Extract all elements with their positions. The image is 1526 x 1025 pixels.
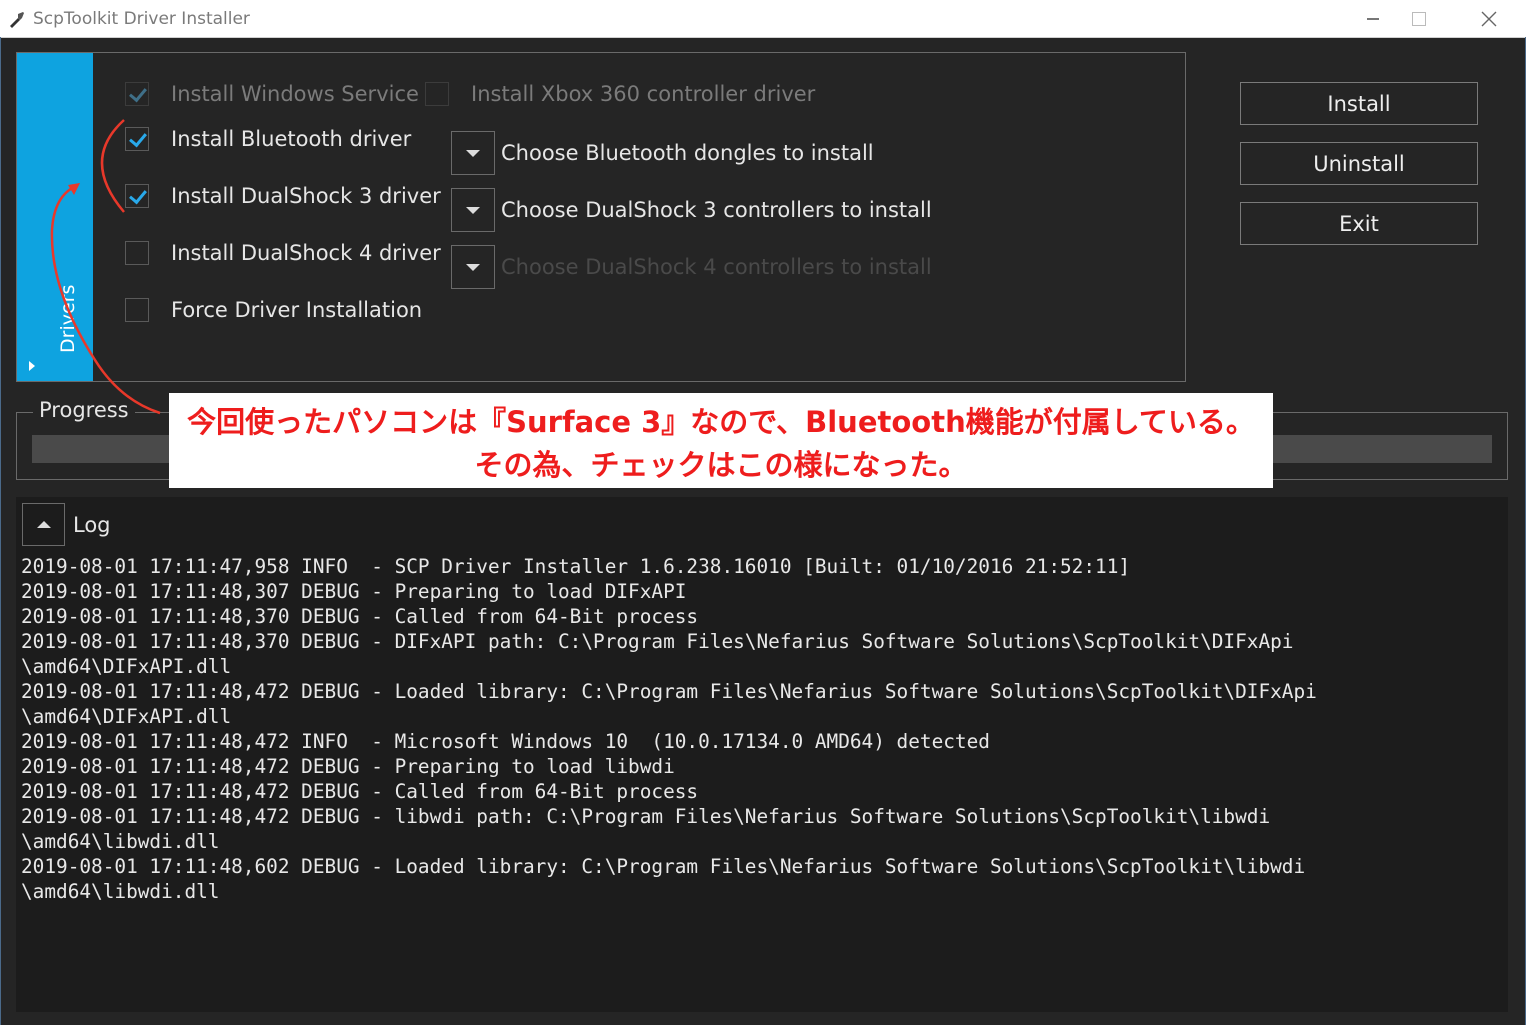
chevron-down-icon	[466, 263, 480, 271]
window-title: ScpToolkit Driver Installer	[33, 9, 250, 29]
log-line: \amd64\libwdi.dll	[21, 880, 220, 903]
dropdown-label: Choose Bluetooth dongles to install	[501, 141, 874, 165]
expand-arrow-icon	[29, 361, 35, 371]
log-title: Log	[73, 513, 111, 537]
exit-button[interactable]: Exit	[1240, 202, 1478, 245]
log-line: 2019-08-01 17:11:48,602 DEBUG - Loaded l…	[21, 855, 1306, 878]
checkbox-box[interactable]	[425, 82, 449, 106]
checkbox-label: Install DualShock 4 driver	[171, 241, 441, 265]
close-button[interactable]	[1466, 0, 1512, 37]
annotation-callout: 今回使ったパソコンは『Surface 3』なので、Bluetooth機能が付属し…	[169, 393, 1273, 488]
close-icon	[1481, 11, 1497, 26]
checkbox-install-windows-service[interactable]: Install Windows Service	[125, 82, 419, 106]
checkbox-label: Install DualShock 3 driver	[171, 184, 441, 208]
choose-ds3-controllers[interactable]: Choose DualShock 3 controllers to instal…	[451, 188, 932, 232]
log-collapse-button[interactable]	[22, 503, 65, 546]
log-line: 2019-08-01 17:11:47,958 INFO - SCP Drive…	[21, 555, 1131, 578]
log-line: \amd64\DIFxAPI.dll	[21, 705, 232, 728]
log-line: 2019-08-01 17:11:48,370 DEBUG - DIFxAPI …	[21, 630, 1294, 653]
dropdown-label: Choose DualShock 3 controllers to instal…	[501, 198, 932, 222]
log-line: 2019-08-01 17:11:48,472 DEBUG - Called f…	[21, 780, 699, 803]
chevron-down-icon	[466, 206, 480, 214]
log-line: 2019-08-01 17:11:48,472 INFO - Microsoft…	[21, 730, 990, 753]
progress-label: Progress	[33, 398, 135, 422]
chevron-down-icon	[466, 149, 480, 157]
log-line: 2019-08-01 17:11:48,472 DEBUG - Preparin…	[21, 755, 675, 778]
app-icon	[10, 12, 24, 28]
dropdown-button[interactable]	[451, 131, 495, 175]
checkbox-label: Install Bluetooth driver	[171, 127, 412, 151]
checkbox-box[interactable]	[125, 82, 149, 106]
checkbox-box[interactable]	[125, 184, 149, 208]
drivers-tab[interactable]: Drivers	[17, 53, 93, 381]
chevron-up-icon	[36, 521, 51, 528]
checkbox-box[interactable]	[125, 241, 149, 265]
dropdown-button[interactable]	[451, 245, 495, 289]
checkbox-box[interactable]	[125, 127, 149, 151]
checkbox-install-ds3-driver[interactable]: Install DualShock 3 driver	[125, 184, 441, 208]
maximize-button[interactable]	[1396, 0, 1442, 37]
log-line: 2019-08-01 17:11:48,307 DEBUG - Preparin…	[21, 580, 687, 603]
title-bar: ScpToolkit Driver Installer	[0, 0, 1526, 38]
uninstall-button[interactable]: Uninstall	[1240, 142, 1478, 185]
checkbox-force-driver-installation[interactable]: Force Driver Installation	[125, 298, 422, 322]
dropdown-button[interactable]	[451, 188, 495, 232]
log-panel: Log 2019-08-01 17:11:47,958 INFO - SCP D…	[16, 497, 1508, 1012]
log-line: 2019-08-01 17:11:48,370 DEBUG - Called f…	[21, 605, 699, 628]
log-line: \amd64\DIFxAPI.dll	[21, 655, 232, 678]
log-output: 2019-08-01 17:11:47,958 INFO - SCP Drive…	[21, 554, 1501, 904]
log-line: \amd64\libwdi.dll	[21, 830, 220, 853]
log-line: 2019-08-01 17:11:48,472 DEBUG - Loaded l…	[21, 680, 1317, 703]
checkbox-install-bluetooth-driver[interactable]: Install Bluetooth driver	[125, 127, 411, 151]
log-line: 2019-08-01 17:11:48,472 DEBUG - libwdi p…	[21, 805, 1271, 828]
choose-ds4-controllers[interactable]: Choose DualShock 4 controllers to instal…	[451, 245, 932, 289]
dropdown-label: Choose DualShock 4 controllers to instal…	[501, 255, 932, 279]
minimize-button[interactable]	[1350, 0, 1396, 37]
checkbox-install-xbox360-driver[interactable]: Install Xbox 360 controller driver	[425, 82, 815, 106]
checkbox-install-ds4-driver[interactable]: Install DualShock 4 driver	[125, 241, 441, 265]
checkbox-box[interactable]	[125, 298, 149, 322]
install-button[interactable]: Install	[1240, 82, 1478, 125]
drivers-tab-label: Drivers	[57, 284, 79, 353]
annotation-text-line2: その為、チェックはこの様になった。	[474, 448, 968, 482]
checkbox-label: Install Windows Service	[171, 82, 419, 106]
checkbox-label: Install Xbox 360 controller driver	[471, 82, 816, 106]
annotation-text-line1: 今回使ったパソコンは『Surface 3』なので、Bluetooth機能が付属し…	[187, 405, 1255, 439]
minimize-icon	[1367, 17, 1379, 20]
choose-bluetooth-dongles[interactable]: Choose Bluetooth dongles to install	[451, 131, 874, 175]
maximize-icon	[1412, 11, 1426, 26]
checkbox-label: Force Driver Installation	[171, 298, 423, 322]
